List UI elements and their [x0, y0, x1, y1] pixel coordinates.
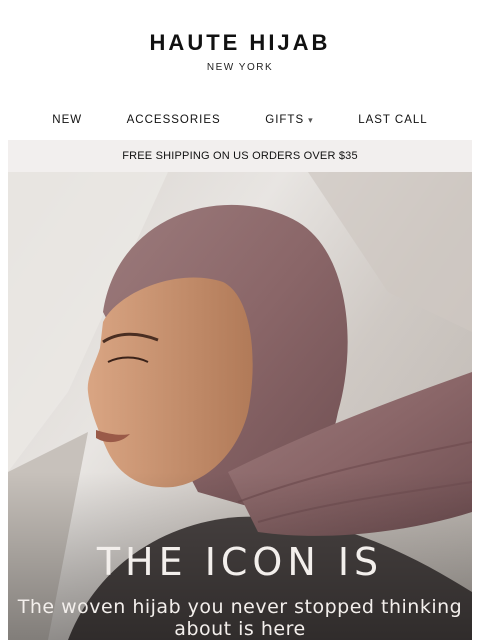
nav-item-last-call[interactable]: LAST CALL: [358, 114, 428, 126]
shipping-banner-text: FREE SHIPPING ON US ORDERS OVER $35: [122, 150, 358, 162]
email-header: HAUTE HIJAB NEW YORK: [0, 0, 480, 100]
nav-item-label: NEW: [52, 114, 83, 126]
brand-logo[interactable]: HAUTE HIJAB: [0, 30, 480, 56]
brand-location: NEW YORK: [206, 62, 274, 73]
hero-headline: THE ICON IS: [96, 540, 384, 584]
main-nav: NEW ACCESSORIES GIFTS ▾ LAST CALL: [0, 100, 480, 140]
chevron-down-icon: ▾: [308, 114, 314, 125]
nav-item-accessories[interactable]: ACCESSORIES: [127, 114, 221, 126]
nav-item-gifts[interactable]: GIFTS ▾: [265, 114, 313, 126]
nav-item-new[interactable]: NEW: [52, 114, 82, 126]
shipping-banner[interactable]: FREE SHIPPING ON US ORDERS OVER $35: [8, 140, 472, 172]
hero-image[interactable]: THE ICON IS The woven hijab you never st…: [8, 172, 472, 640]
hero-subline: The woven hijab you never stopped thinki…: [17, 596, 463, 640]
nav-item-label: ACCESSORIES: [126, 114, 221, 126]
nav-item-label: GIFTS: [265, 114, 305, 126]
nav-item-label: LAST CALL: [358, 114, 428, 126]
